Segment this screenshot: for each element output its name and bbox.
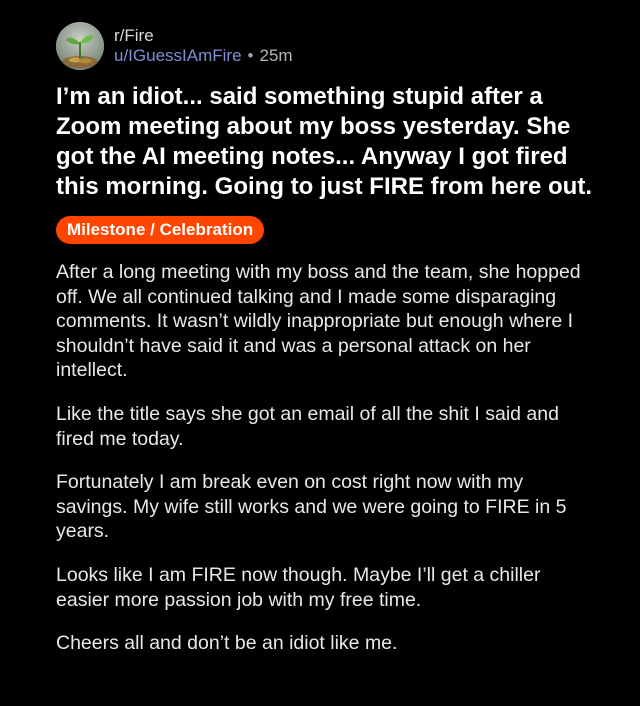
post-flair[interactable]: Milestone / Celebration [56,216,265,244]
post-meta: r/Fire u/IGuessIAmFire • 25m [114,26,293,67]
subreddit-name[interactable]: r/Fire [114,26,293,46]
separator-dot: • [247,46,254,65]
author-username[interactable]: u/IGuessIAmFire [114,46,242,66]
post-body: After a long meeting with my boss and th… [56,260,596,656]
body-paragraph: After a long meeting with my boss and th… [56,261,581,382]
post-title[interactable]: I’m an idiot... said something stupid af… [56,82,596,202]
body-paragraph: Cheers all and don’t be an idiot like me… [56,632,398,655]
post: r/Fire u/IGuessIAmFire • 25m I’m an idio… [56,22,596,675]
post-time: 25m [259,46,293,65]
plant-sprout-icon [56,22,104,70]
user-line: u/IGuessIAmFire • 25m [114,46,293,66]
body-paragraph: Like the title says she got an email of … [56,402,559,450]
body-paragraph: Looks like I am FIRE now though. Maybe I… [56,563,541,611]
post-header: r/Fire u/IGuessIAmFire • 25m [56,22,596,70]
body-paragraph: Fortunately I am break even on cost righ… [56,471,567,543]
subreddit-avatar[interactable] [56,22,104,70]
